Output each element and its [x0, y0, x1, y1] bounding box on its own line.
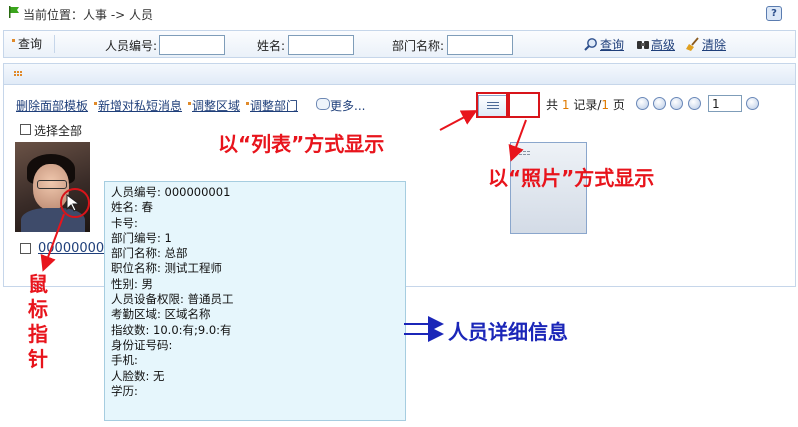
- detail-info-annotation: 人员详细信息: [448, 320, 568, 344]
- list-view-annotation: 以“列表”方式显示: [218, 132, 385, 156]
- photo-view-annotation: 以“照片”方式显示: [488, 166, 655, 190]
- mouse-pointer-annotation: 鼠标指针: [28, 272, 48, 371]
- annotation-arrows: [40, 110, 527, 342]
